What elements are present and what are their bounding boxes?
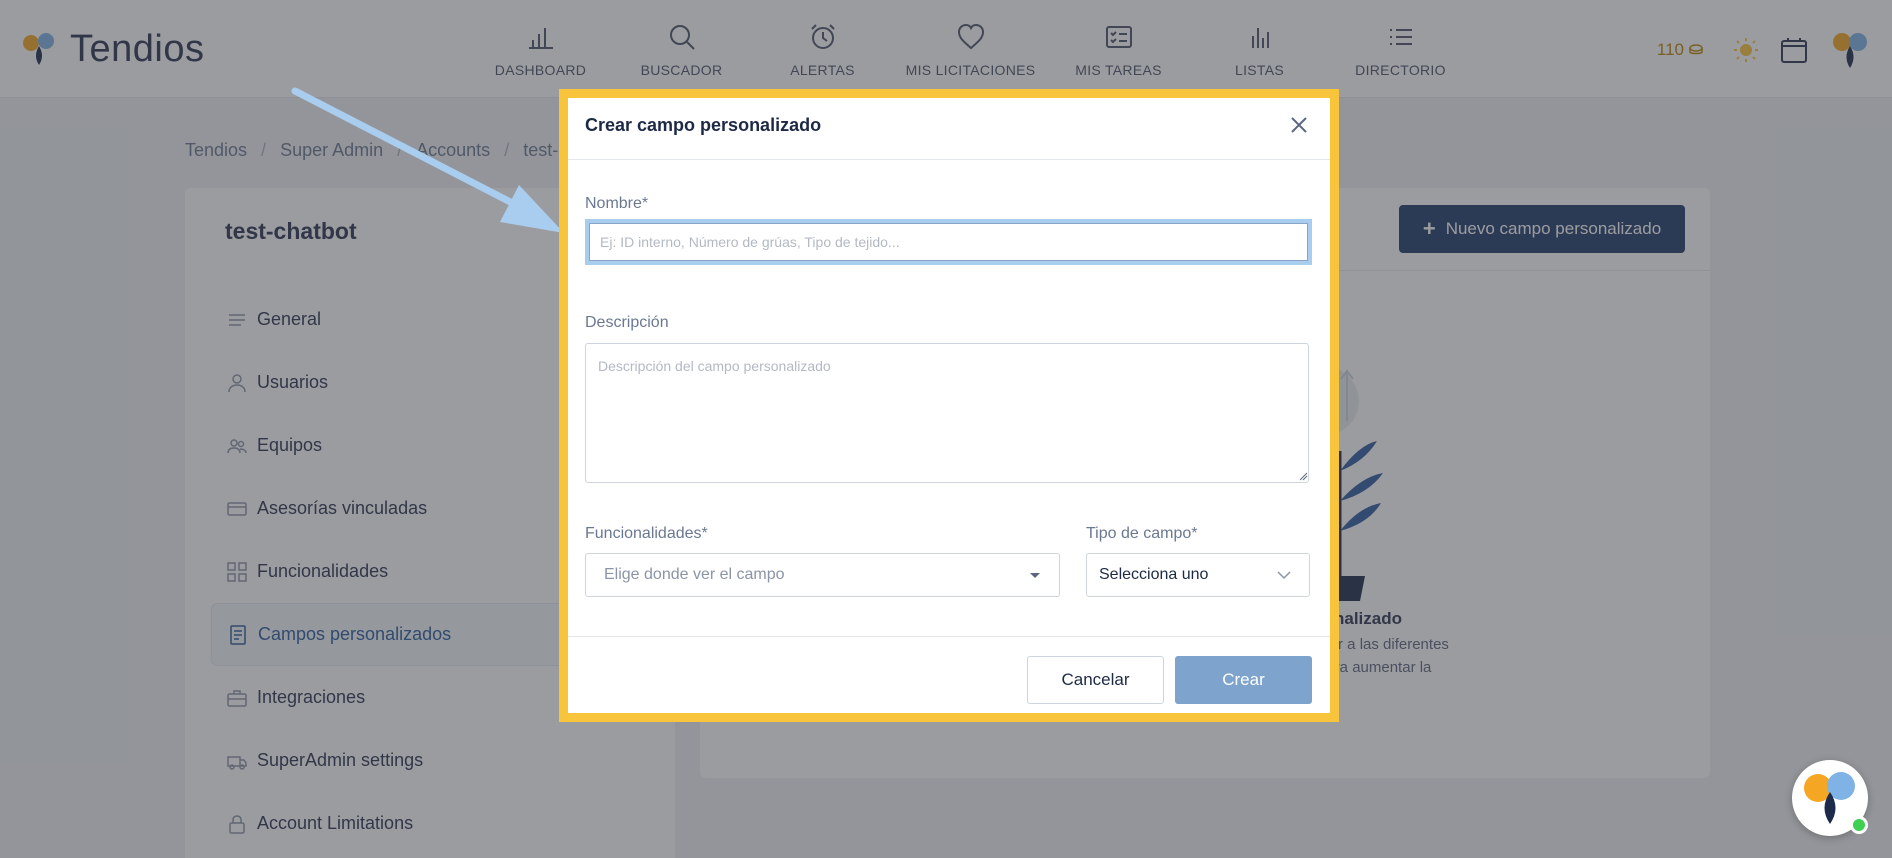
create-custom-field-modal: Crear campo personalizado Nombre* Descri… [559,89,1339,722]
chat-launcher[interactable] [1792,760,1868,836]
name-input-wrapper [585,219,1312,265]
modal-title: Crear campo personalizado [585,115,822,135]
resize-grip-icon[interactable] [1298,471,1308,481]
chevron-down-icon [1277,571,1291,580]
funcionalidades-label: Funcionalidades* [585,525,708,542]
name-input[interactable] [589,223,1308,261]
tipo-campo-select[interactable]: Selecciona uno [1086,553,1310,597]
tipo-campo-label: Tipo de campo* [1086,525,1198,542]
close-icon[interactable] [1288,114,1310,136]
modal-header: Crear campo personalizado [568,98,1330,160]
annotation-arrow-icon [291,87,564,233]
create-button[interactable]: Crear [1175,656,1312,704]
description-label: Descripción [585,314,669,331]
tipo-campo-value: Selecciona uno [1099,566,1209,583]
caret-down-icon [1030,573,1040,578]
funcionalidades-select[interactable]: Elige donde ver el campo [585,553,1060,597]
online-status-dot [1850,816,1868,834]
cancel-button[interactable]: Cancelar [1027,656,1164,704]
modal-footer: Cancelar Crear [568,636,1330,713]
description-textarea[interactable] [585,343,1309,483]
name-label: Nombre* [585,195,649,212]
funcionalidades-placeholder: Elige donde ver el campo [604,566,785,583]
